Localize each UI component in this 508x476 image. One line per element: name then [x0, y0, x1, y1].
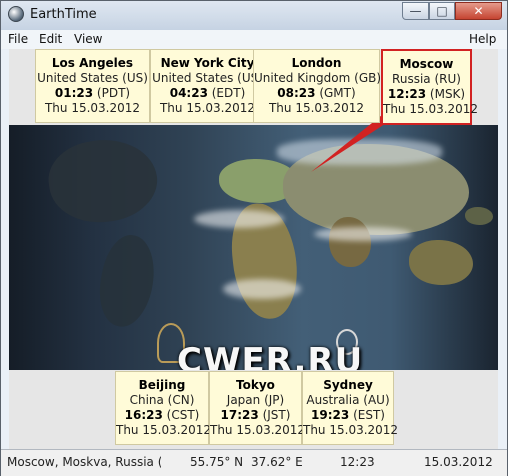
status-latitude: 55.75° N — [190, 455, 244, 469]
menu-help[interactable]: Help — [469, 32, 496, 46]
local-time: 17:23 (JST) — [210, 408, 301, 422]
clock-card[interactable]: Sydney Australia (AU) 19:23 (EST) Thu 15… — [302, 371, 399, 445]
local-time: 04:23 (EDT) — [151, 86, 264, 100]
clock-card[interactable]: London United Kingdom (GB) 08:23 (GMT) T… — [253, 49, 382, 123]
country-name: Australia (AU) — [306, 393, 390, 407]
clock-card[interactable]: Los Angeles United States (US) 01:23 (PD… — [35, 49, 150, 123]
time-value: 12:23 — [387, 87, 427, 101]
earthtime-window: EarthTime — □ ✕ File Edit View Help CWER… — [0, 0, 508, 476]
title-bar[interactable]: EarthTime — □ ✕ — [1, 1, 507, 31]
city-name: London — [291, 56, 342, 70]
local-time: 01:23 (PDT) — [36, 86, 149, 100]
time-zone: (PDT) — [96, 86, 131, 100]
time-zone: (EDT) — [211, 86, 246, 100]
status-date: 15.03.2012 — [424, 455, 493, 469]
city-name: Beijing — [138, 378, 186, 392]
local-time: 16:23 (CST) — [116, 408, 208, 422]
time-value: 04:23 — [169, 86, 208, 100]
country-name: Russia (RU) — [392, 72, 461, 86]
country-name: United Kingdom (GB) — [254, 71, 382, 85]
minimize-button[interactable]: — — [402, 2, 429, 20]
time-zone: (CST) — [166, 408, 200, 422]
time-zone: (JST) — [262, 408, 291, 422]
maximize-button[interactable]: □ — [429, 2, 455, 20]
local-date: Thu 15.03.2012 — [44, 101, 141, 115]
local-time: 12:23 (MSK) — [383, 87, 470, 101]
country-name: Japan (JP) — [226, 393, 285, 407]
clock-card[interactable]: Beijing China (CN) 16:23 (CST) Thu 15.03… — [115, 371, 212, 445]
status-location: Moscow, Moskva, Russia (RU — [7, 455, 161, 469]
time-value: 17:23 — [220, 408, 259, 422]
menu-edit[interactable]: Edit — [39, 32, 62, 46]
clock-card[interactable]: New York City United States (US) 04:23 (… — [150, 49, 265, 123]
clock-card-highlighted[interactable]: Moscow Russia (RU) 12:23 (MSK) Thu 15.03… — [381, 49, 479, 125]
time-value: 16:23 — [124, 408, 163, 422]
status-bar: Moscow, Moskva, Russia (RU 55.75° N 37.6… — [1, 449, 507, 476]
local-date: Thu 15.03.2012 — [116, 423, 212, 437]
city-name: New York City — [160, 56, 255, 70]
country-name: United States (US) — [37, 71, 148, 85]
time-zone: (MSK) — [429, 87, 466, 101]
globe-icon — [8, 6, 24, 22]
country-name: United States (US) — [152, 71, 263, 85]
window-title: EarthTime — [30, 7, 97, 22]
menu-bar: File Edit View Help — [1, 30, 507, 49]
time-value: 19:23 — [311, 408, 350, 422]
clock-panel: CWER.RU Los Angeles United States (US) 0… — [9, 49, 498, 449]
local-time: 08:23 (GMT) — [254, 86, 379, 100]
time-value: 08:23 — [277, 86, 316, 100]
country-name: China (CN) — [129, 393, 195, 407]
menu-file[interactable]: File — [8, 32, 28, 46]
local-time: 19:23 (EST) — [303, 408, 393, 422]
status-longitude: 37.62° E — [251, 455, 303, 469]
close-button[interactable]: ✕ — [455, 2, 502, 20]
city-name: Tokyo — [236, 378, 275, 392]
time-value: 01:23 — [54, 86, 94, 100]
local-date: Thu 15.03.2012 — [159, 101, 256, 115]
city-name: Los Angeles — [51, 56, 134, 70]
city-name: Moscow — [399, 57, 454, 71]
local-date: Thu 15.03.2012 — [268, 101, 365, 115]
status-time: 12:23 — [340, 455, 375, 469]
local-date: Thu 15.03.2012 — [383, 102, 479, 116]
local-date: Thu 15.03.2012 — [303, 423, 399, 437]
clock-card[interactable]: Tokyo Japan (JP) 17:23 (JST) Thu 15.03.2… — [209, 371, 306, 445]
city-name: Sydney — [323, 378, 373, 392]
time-zone: (EST) — [353, 408, 385, 422]
time-zone: (GMT) — [319, 86, 356, 100]
local-date: Thu 15.03.2012 — [210, 423, 306, 437]
menu-view[interactable]: View — [74, 32, 102, 46]
